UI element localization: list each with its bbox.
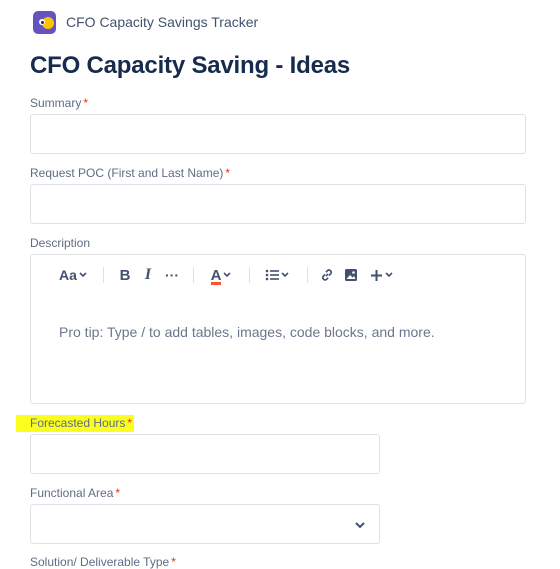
text-color-button[interactable]: A	[205, 265, 237, 285]
description-editor[interactable]: Aa B I ··· A Pro tip: Type / to add tabl…	[30, 254, 526, 404]
solution-type-label: Solution/ Deliverable Type *	[30, 555, 176, 569]
toolbar-divider	[193, 267, 194, 283]
image-button[interactable]	[341, 265, 361, 285]
insert-button[interactable]	[365, 265, 397, 285]
chevron-down-icon	[223, 272, 231, 278]
chevron-down-icon	[79, 272, 87, 278]
poc-label-text: Request POC (First and Last Name)	[30, 166, 224, 180]
poc-label: Request POC (First and Last Name) *	[30, 166, 230, 180]
required-marker: *	[171, 555, 176, 569]
chevron-down-icon	[384, 272, 393, 278]
required-marker: *	[83, 96, 89, 110]
bold-button[interactable]: B	[115, 265, 135, 285]
more-formatting-button[interactable]: ···	[161, 265, 183, 285]
list-button[interactable]	[261, 265, 293, 285]
toolbar-divider	[103, 267, 104, 283]
description-label: Description	[30, 236, 90, 250]
chevron-down-icon	[355, 522, 365, 529]
page-title: CFO Capacity Saving - Ideas	[30, 52, 351, 79]
chevron-down-icon	[281, 272, 289, 278]
solution-type-label-text: Solution/ Deliverable Type	[30, 555, 170, 569]
summary-label: Summary *	[30, 96, 88, 110]
bullet-list-icon	[265, 269, 279, 281]
app-name: CFO Capacity Savings Tracker	[66, 14, 259, 30]
editor-toolbar: Aa B I ··· A	[31, 255, 525, 295]
plus-icon	[370, 269, 382, 281]
text-color-icon: A	[210, 267, 222, 285]
description-label-text: Description	[30, 236, 91, 250]
summary-input[interactable]	[30, 114, 526, 154]
summary-label-text: Summary	[30, 96, 82, 110]
functional-area-label-text: Functional Area	[30, 486, 114, 500]
required-marker: *	[115, 486, 121, 500]
link-button[interactable]	[317, 265, 337, 285]
app-logo-icon	[33, 10, 56, 34]
app-header: CFO Capacity Savings Tracker	[33, 10, 258, 34]
forecasted-hours-label-text: Forecasted Hours	[30, 416, 126, 430]
functional-area-select[interactable]	[30, 504, 380, 544]
image-icon	[345, 269, 357, 281]
forecasted-hours-highlight: Forecasted Hours *	[16, 415, 135, 432]
forecasted-hours-label: Forecasted Hours *	[16, 415, 135, 432]
required-marker: *	[127, 416, 133, 430]
italic-button[interactable]: I	[138, 265, 158, 285]
toolbar-divider	[307, 267, 308, 283]
text-style-button[interactable]: Aa	[57, 265, 89, 285]
link-icon	[322, 269, 332, 281]
text-style-label: Aa	[59, 267, 77, 283]
poc-input[interactable]	[30, 184, 526, 224]
toolbar-divider	[249, 267, 250, 283]
editor-placeholder: Pro tip: Type / to add tables, images, c…	[59, 324, 435, 340]
required-marker: *	[225, 166, 231, 180]
functional-area-label: Functional Area *	[30, 486, 120, 500]
forecasted-hours-input[interactable]	[30, 434, 380, 474]
